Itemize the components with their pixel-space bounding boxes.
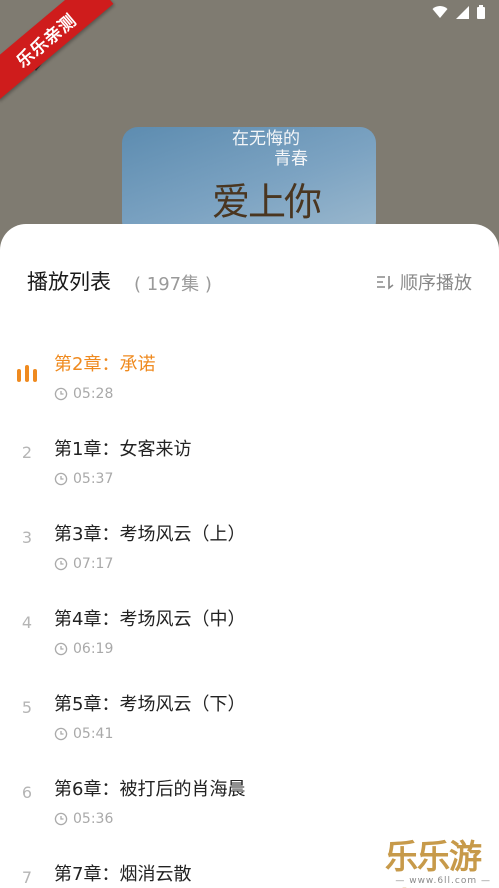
episode-number: 7 bbox=[21, 868, 33, 887]
list-item[interactable]: 2 第1章：女客来访 05:37 bbox=[0, 417, 499, 502]
episode-meta: 06:19 bbox=[54, 641, 113, 657]
now-playing-icon bbox=[17, 365, 37, 382]
clock-icon bbox=[54, 642, 68, 656]
episode-duration: 05:36 bbox=[73, 811, 114, 827]
episode-duration: 05:37 bbox=[73, 471, 114, 487]
list-item[interactable]: 5 第5章：考场风云（下） 05:41 bbox=[0, 672, 499, 757]
episode-list: 第2章：承诺 05:28 2 第1章：女客来访 05:37 3 第3章：考场风云… bbox=[0, 332, 499, 888]
play-order-button[interactable]: 顺序播放 bbox=[376, 269, 472, 295]
list-item[interactable]: 第2章：承诺 05:28 bbox=[0, 332, 499, 417]
episode-meta: 05:36 bbox=[54, 811, 113, 827]
episode-title: 第2章：承诺 bbox=[54, 354, 156, 375]
episode-duration: 05:41 bbox=[73, 726, 114, 742]
playlist-header: 播放列表 ( 197集 ) 顺序播放 bbox=[0, 264, 499, 300]
list-item[interactable]: 4 第4章：考场风云（中） 06:19 bbox=[0, 587, 499, 672]
battery-icon bbox=[477, 5, 485, 19]
episode-title: 第4章：考场风云（中） bbox=[54, 609, 246, 630]
list-item[interactable]: 3 第3章：考场风云（上） 07:17 bbox=[0, 502, 499, 587]
episode-title: 第5章：考场风云（下） bbox=[54, 694, 246, 715]
sequential-play-icon bbox=[377, 276, 394, 290]
episode-count: ( 197集 ) bbox=[134, 274, 212, 295]
playlist-sheet: 播放列表 ( 197集 ) 顺序播放 第2章：承诺 05:28 2 第1章：女客… bbox=[0, 224, 499, 888]
cover-tagline: 在无悔的 青春 bbox=[232, 129, 342, 169]
cover-tagline-line1: 在无悔的 bbox=[232, 129, 300, 149]
episode-duration: 05:28 bbox=[73, 386, 114, 402]
status-icons bbox=[432, 5, 485, 19]
clock-icon bbox=[54, 557, 68, 571]
episode-title: 第7章：烟消云散 bbox=[54, 864, 192, 885]
episode-title: 第3章：考场风云（上） bbox=[54, 524, 246, 545]
episode-number: 5 bbox=[21, 698, 33, 717]
cover-tagline-line2: 青春 bbox=[274, 149, 308, 169]
corner-watermark-url: — www.6ll.com — bbox=[395, 876, 491, 886]
episode-meta: 05:41 bbox=[54, 726, 113, 742]
episode-meta: 07:17 bbox=[54, 556, 113, 572]
episode-number: 6 bbox=[21, 783, 33, 802]
corner-watermark: 乐乐游戏 — www.6ll.com — bbox=[385, 830, 499, 888]
episode-duration: 07:17 bbox=[73, 556, 114, 572]
cover-title: 爱上你 bbox=[212, 180, 322, 224]
signal-icon bbox=[456, 5, 469, 19]
clock-icon bbox=[54, 727, 68, 741]
album-cover: 在无悔的 青春 爱上你 bbox=[122, 127, 376, 237]
episode-meta: 05:28 bbox=[54, 386, 113, 402]
play-order-label: 顺序播放 bbox=[400, 273, 472, 294]
episode-title: 第1章：女客来访 bbox=[54, 439, 192, 460]
episode-number: 3 bbox=[21, 528, 33, 547]
episode-number: 2 bbox=[21, 443, 33, 462]
clock-icon bbox=[54, 472, 68, 486]
episode-title: 第6章：被打后的肖海晨 bbox=[54, 779, 246, 800]
episode-meta: 05:37 bbox=[54, 471, 113, 487]
episode-number: 4 bbox=[21, 613, 33, 632]
playlist-title: 播放列表 bbox=[27, 270, 111, 294]
clock-icon bbox=[54, 387, 68, 401]
episode-duration: 06:19 bbox=[73, 641, 114, 657]
clock-icon bbox=[54, 812, 68, 826]
wifi-icon bbox=[432, 5, 448, 18]
